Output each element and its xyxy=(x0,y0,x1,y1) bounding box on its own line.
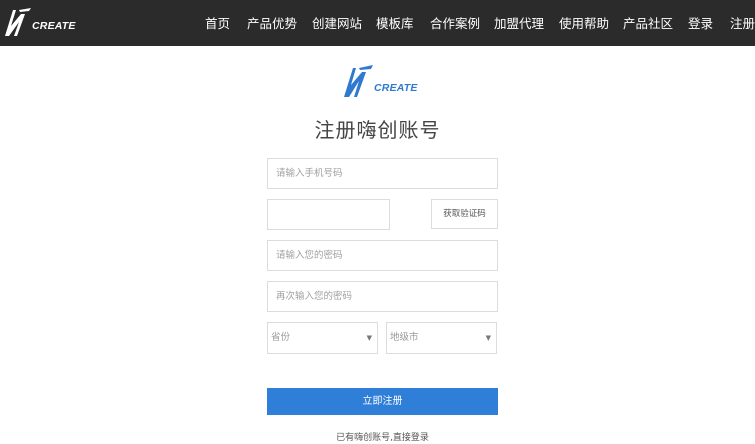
center-logo: CREATE xyxy=(341,62,425,102)
city-select-label: 地级市 xyxy=(390,332,419,343)
main-nav: 首页 产品优势 创建网站 模板库 合作案例 加盟代理 使用帮助 产品社区 登录 … xyxy=(0,0,755,46)
password-confirm-input[interactable] xyxy=(267,281,498,312)
nav-item-home[interactable]: 首页 xyxy=(205,16,230,32)
province-select-label: 省份 xyxy=(271,332,291,343)
top-navigation-bar: CREATE 首页 产品优势 创建网站 模板库 合作案例 加盟代理 使用帮助 产… xyxy=(0,0,755,46)
nav-item-franchise[interactable]: 加盟代理 xyxy=(494,16,544,32)
register-button[interactable]: 立即注册 xyxy=(267,388,498,415)
nav-item-help[interactable]: 使用帮助 xyxy=(559,16,609,32)
verification-code-input[interactable] xyxy=(267,199,390,230)
password-input[interactable] xyxy=(267,240,498,271)
chevron-down-icon: ▼ xyxy=(485,334,491,342)
nav-item-login[interactable]: 登录 xyxy=(688,16,713,32)
login-link[interactable]: 已有嗨创账号,直接登录 xyxy=(0,430,755,443)
nav-item-create-site[interactable]: 创建网站 xyxy=(312,16,362,32)
phone-input[interactable] xyxy=(267,158,498,189)
nav-item-templates[interactable]: 模板库 xyxy=(376,16,414,32)
chevron-down-icon: ▼ xyxy=(366,334,372,342)
nav-item-cases[interactable]: 合作案例 xyxy=(430,16,480,32)
nav-item-register[interactable]: 注册 xyxy=(730,16,755,32)
city-select[interactable]: 地级市 ▼ xyxy=(386,322,497,354)
center-logo-mark-icon xyxy=(344,65,373,97)
nav-item-advantages[interactable]: 产品优势 xyxy=(247,16,297,32)
province-select[interactable]: 省份 ▼ xyxy=(267,322,378,354)
get-code-button[interactable]: 获取验证码 xyxy=(431,199,498,229)
center-logo-text: CREATE xyxy=(374,82,418,94)
page-title: 注册嗨创账号 xyxy=(314,118,441,142)
nav-item-community[interactable]: 产品社区 xyxy=(623,16,673,32)
